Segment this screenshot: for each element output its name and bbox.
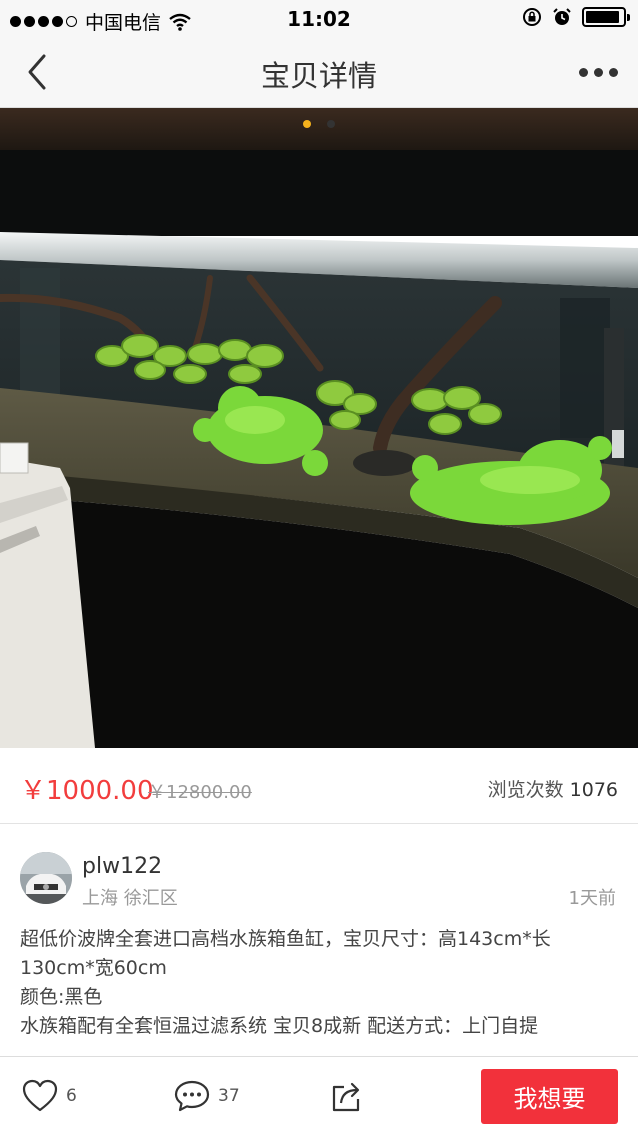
like-count: 6 [66,1086,77,1106]
pager-dot-active[interactable] [303,120,311,128]
more-options-button[interactable] [574,56,622,88]
product-photo[interactable] [0,108,638,748]
comment-button[interactable]: 37 [174,1079,240,1113]
price-row: ￥1000.00 ￥12800.00 浏览次数 1076 [0,748,638,824]
rotation-lock-icon [523,8,541,26]
original-price: ￥12800.00 [148,782,252,803]
status-right [522,7,630,27]
views-label: 浏览次数 [487,779,564,801]
status-bar: 中国电信 11:02 [0,0,638,36]
seller-location: 上海 徐汇区 [82,888,178,909]
share-icon [332,1082,360,1112]
post-time: 1天前 [568,888,616,909]
description-line: 超低价波牌全套进口高档水族箱鱼缸，宝贝尺寸：高143cm*长 [20,928,551,950]
comment-count: 37 [218,1086,240,1106]
bottom-action-bar: 6 37 我想要 [0,1056,638,1136]
gallery-pager [0,120,638,128]
like-button[interactable]: 6 [22,1079,77,1113]
pager-dot[interactable] [327,120,335,128]
view-count: 浏览次数 1076 [488,775,618,802]
car-avatar-image [20,852,72,904]
seller-name[interactable]: plw122 [82,854,162,879]
description-line: 水族箱配有全套恒温过滤系统 宝贝8成新 配送方式：上门自提 [20,1015,539,1037]
want-button[interactable]: 我想要 [481,1069,618,1124]
nav-bar: 宝贝详情 [0,36,638,108]
price: ￥1000.00 [20,776,154,806]
share-button[interactable] [330,1079,364,1117]
alarm-icon [553,8,571,25]
description-line: 颜色:黑色 [20,986,103,1008]
more-dot [578,67,588,77]
aquarium-image [0,108,638,748]
seller-row[interactable]: plw122 上海 徐汇区 1天前 [0,824,638,914]
battery-icon [582,7,630,27]
heart-icon [22,1079,58,1112]
avatar[interactable] [20,852,72,904]
views-number: 1076 [569,779,618,801]
item-description: 超低价波牌全套进口高档水族箱鱼缸，宝贝尺寸：高143cm*长 130cm*宽60… [20,925,620,1041]
comment-bubble-icon [174,1080,210,1112]
more-dot [608,67,618,77]
description-line: 130cm*宽60cm [20,957,167,979]
page-title: 宝贝详情 [260,59,377,93]
more-dot [593,67,603,77]
